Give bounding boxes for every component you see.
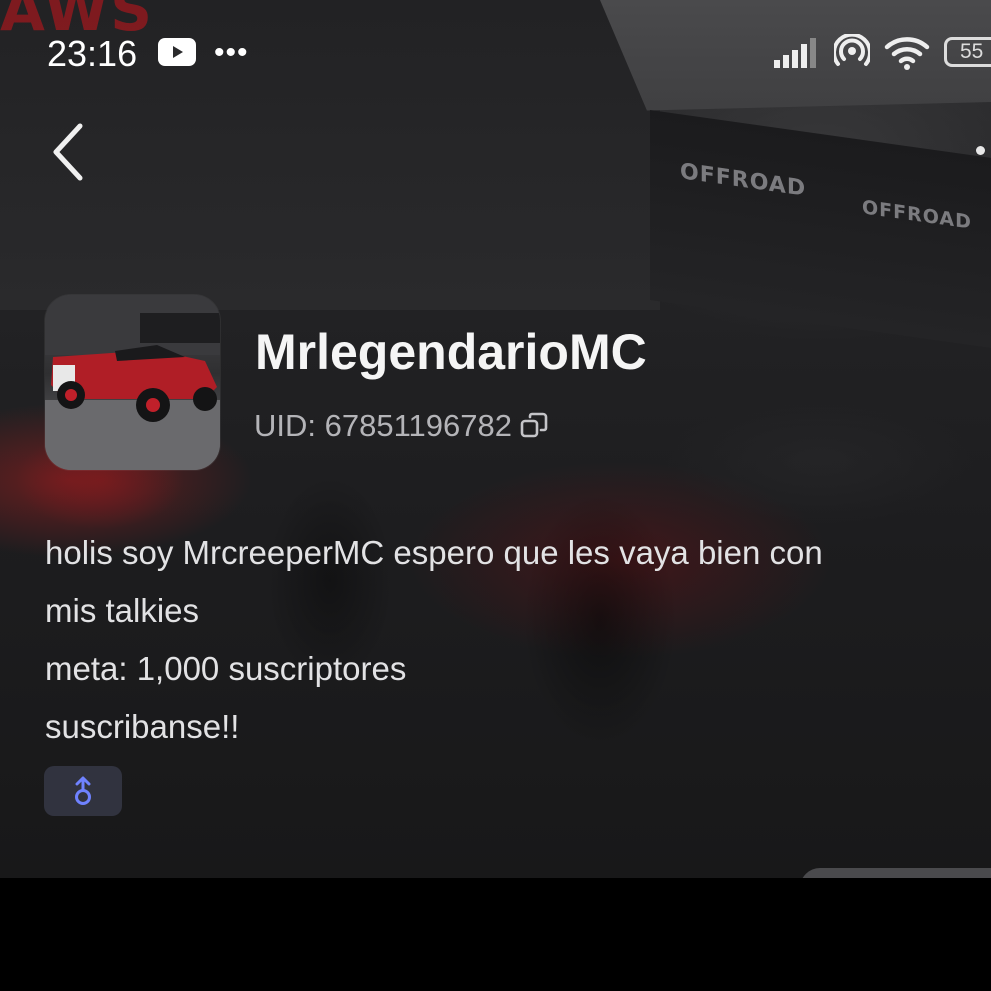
avatar-car-image [45, 295, 220, 470]
wifi-icon [884, 37, 930, 70]
signal-icon [774, 38, 816, 68]
status-time: 23:16 [47, 33, 138, 74]
uid-text: UID: 67851196782 [254, 408, 512, 443]
stats-row-cutoff [0, 862, 991, 878]
more-options-button[interactable] [976, 146, 985, 155]
action-pill[interactable] [800, 868, 991, 878]
bio-line: suscribanse!! [45, 708, 240, 745]
gender-male-icon [75, 776, 91, 805]
gender-badge [44, 766, 122, 816]
avatar[interactable] [45, 295, 220, 470]
battery-icon: 55 [944, 37, 991, 67]
bio-line: mis talkies [45, 592, 200, 629]
back-button[interactable] [40, 120, 96, 184]
profile-uid: UID: 67851196782 [254, 408, 548, 444]
bio-line: meta: 1,000 suscriptores [45, 650, 407, 687]
copy-icon[interactable] [520, 412, 548, 440]
profile-username: MrlegendarioMC [255, 324, 647, 380]
screen-bottom-area [0, 878, 991, 991]
chevron-left-icon [53, 123, 83, 181]
more-dots-icon: ••• [214, 36, 249, 69]
hotspot-icon [834, 34, 870, 66]
battery-level: 55 [960, 40, 984, 63]
status-bar: 23:16 ••• 55 [0, 0, 991, 100]
profile-bio: holis soy MrcreeperMC espero que les vay… [45, 524, 965, 756]
bio-line: holis soy MrcreeperMC espero que les vay… [45, 534, 823, 571]
profile-screen: AWS OFFROAD OFFROAD 23:16 ••• 55 Mrlegen… [0, 0, 991, 878]
youtube-icon [158, 38, 196, 66]
